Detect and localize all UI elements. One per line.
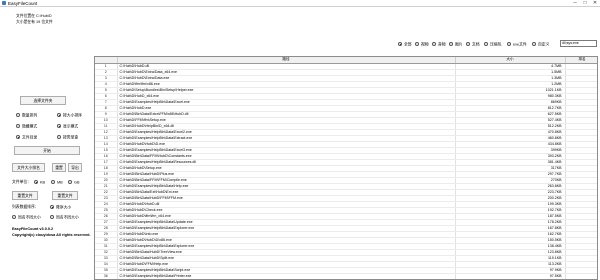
maximize-button[interactable]: □ [580, 0, 590, 7]
radio-icon [466, 42, 470, 46]
radio-checked-icon [57, 113, 61, 117]
radio-icon [449, 42, 453, 46]
close-button[interactable]: ✕ [590, 0, 600, 7]
same-name-option-2[interactable]: 同名不同大小 [50, 215, 79, 220]
app-version: EasyFileCount v3.0.0.2 [12, 227, 54, 231]
radio-icon [57, 135, 61, 139]
radio-icon [68, 180, 72, 184]
reset-files-button[interactable]: 重置文件 [12, 191, 38, 200]
filter-document[interactable]: 文档 [466, 42, 480, 47]
filter-archive[interactable]: 压缩包 [484, 42, 501, 47]
sysinfo-line-2: 大小是在有 19 位文件 [16, 20, 53, 24]
minimize-button[interactable]: ─ [570, 0, 580, 7]
radio-checked-icon [50, 205, 54, 209]
radio-checked-icon [16, 135, 20, 139]
window-title: EasyFileCount [8, 1, 38, 6]
radio-icon [50, 215, 54, 219]
sort-label: 列表数据排序： [12, 205, 39, 209]
reset-button[interactable]: 重置 [52, 163, 66, 172]
option-size-sort[interactable]: 按大小排序 [57, 113, 82, 118]
unit-mb[interactable]: MB [51, 180, 63, 185]
radio-icon [484, 42, 488, 46]
radio-checked-icon [34, 180, 38, 184]
unit-gb[interactable]: GB [68, 180, 80, 185]
copyright: Copyright(c) clouyidxsa All rights reser… [12, 233, 91, 237]
filter-audio[interactable]: 音频 [432, 42, 446, 47]
option-count-sort[interactable]: 数量排列 [16, 113, 37, 118]
size-unit-label: 文件单位： [12, 180, 31, 184]
radio-checked-icon [398, 42, 402, 46]
filter-exe[interactable]: exe文件 [507, 42, 527, 47]
start-button[interactable]: 开始 [14, 146, 80, 155]
filter-all[interactable]: 全部 [398, 42, 412, 47]
filter-video[interactable]: 视频 [415, 42, 429, 47]
results-table[interactable]: 路径 大小 排名 1 C:\Hub\D\HubD.dll 4.7MB 2 C:\Hub\… [94, 56, 598, 280]
title-bar: EasyFileCount ─ □ ✕ [0, 0, 600, 7]
option-hidden-mode[interactable]: 隐藏模式 [16, 124, 37, 129]
custom-extension-input[interactable]: dll;sys;exe [560, 40, 597, 47]
clear-files-button[interactable]: 重置文件 [52, 191, 78, 200]
option-file-directory[interactable]: 文件目录 [16, 135, 37, 140]
radio-icon [12, 215, 16, 219]
filter-image[interactable]: 图片 [449, 42, 463, 47]
sort-size-option[interactable]: 降序大小 [50, 205, 71, 210]
radio-icon [432, 42, 436, 46]
unit-kb[interactable]: KB [34, 180, 45, 185]
same-name-option[interactable]: 同名不同大小 [12, 215, 41, 220]
system-info: 文件位置在 C:\Hub\D 大小是在有 19 位文件 [16, 13, 53, 25]
choose-folder-button[interactable]: 选择文件夹 [20, 96, 66, 105]
option-display-mode[interactable]: 显示模式 [57, 124, 78, 129]
size-rank-button[interactable]: 文件大小排名 [12, 163, 45, 172]
radio-icon [51, 180, 55, 184]
radio-icon [507, 42, 511, 46]
radio-icon [415, 42, 419, 46]
app-icon [2, 1, 6, 5]
radio-icon [16, 113, 20, 117]
option-by-type[interactable]: 按类型查 [57, 135, 78, 140]
filter-custom[interactable]: 自定义 [532, 42, 549, 47]
radio-icon [532, 42, 536, 46]
export-button[interactable]: 导出 [68, 163, 82, 172]
radio-checked-icon [57, 124, 61, 128]
radio-icon [16, 124, 20, 128]
